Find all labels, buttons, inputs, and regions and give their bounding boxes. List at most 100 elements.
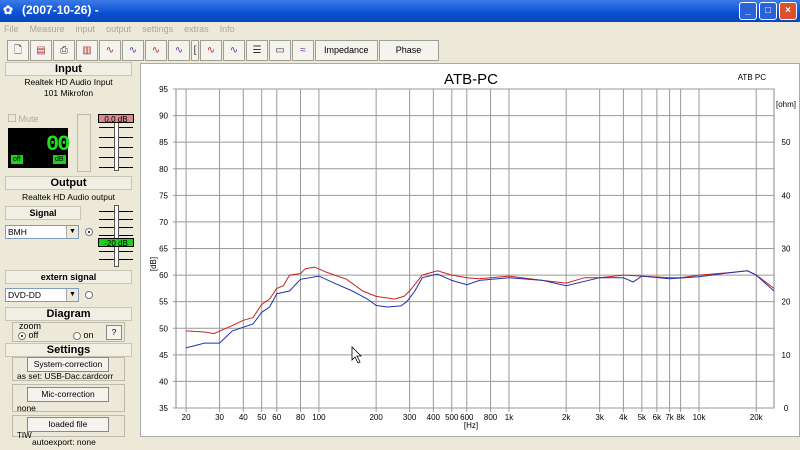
y2-tick-label: 20 [782, 298, 791, 307]
output-device: Realtek HD Audio output [21, 192, 116, 202]
app-icon: ✿ [3, 3, 14, 17]
mute-checkbox[interactable]: Mute [8, 114, 39, 124]
output-header[interactable]: Output [5, 176, 132, 190]
measure-r-icon[interactable]: ∿ [200, 39, 222, 61]
help-button[interactable]: ? [106, 325, 122, 340]
chart-title: ATB-PC [444, 71, 498, 88]
x-tick-label: 30 [215, 413, 224, 422]
mic-correction-value: none [17, 403, 36, 413]
x-tick-label: 8k [676, 413, 685, 422]
x-tick-label: 7k [665, 413, 674, 422]
input-channel: 101 Mikrofon [43, 88, 94, 98]
frequency-response-chart: 35 40 45 50 55 60 65 70 75 80 85 90 95 20 30 40 50 60 80 10… [140, 63, 800, 437]
y-tick-label: 70 [159, 218, 168, 227]
input-device: Realtek HD Audio Input [24, 77, 113, 87]
loaded-file-button[interactable]: loaded file [27, 417, 109, 432]
menu-output[interactable]: output [106, 22, 131, 37]
off-indicator[interactable]: off [11, 155, 23, 164]
x-tick-label: 60 [272, 413, 281, 422]
export-icon[interactable]: ▥ [76, 39, 98, 61]
chart-svg: 35 40 45 50 55 60 65 70 75 80 85 90 95 20 30 40 50 60 80 10… [149, 71, 796, 430]
window-title: (2007-10-26) - [22, 3, 99, 17]
system-correction-button[interactable]: System-correction [27, 357, 109, 372]
measure-freq-icon[interactable]: ∿ [99, 39, 121, 61]
bracket-icon[interactable]: [ [191, 39, 199, 61]
db-indicator[interactable]: dB [53, 155, 66, 164]
measure-r-plus-icon[interactable]: ∿ [223, 39, 245, 61]
extern-signal-radio[interactable] [85, 291, 93, 299]
zoom-group: zoom off on ? [12, 321, 125, 342]
impedance-button[interactable]: Impedance [315, 39, 378, 61]
y-tick-label: 65 [159, 245, 168, 254]
x-tick-label: 20 [182, 413, 191, 422]
compare-icon[interactable]: ≈ [292, 39, 314, 61]
y2-tick-label: 30 [782, 245, 791, 254]
input-level-value: 00 [46, 132, 70, 157]
print-icon[interactable]: ⎙ [53, 39, 75, 61]
close-button[interactable]: × [779, 2, 797, 20]
series-line-blue [185, 270, 775, 349]
x-tick-label: 500 [445, 413, 459, 422]
menu-extras[interactable]: extras [184, 22, 209, 37]
zoom-on-radio[interactable]: on [73, 330, 94, 340]
x-tick-label: 40 [239, 413, 248, 422]
input-header[interactable]: Input [5, 62, 132, 76]
menu-input[interactable]: input [76, 22, 96, 37]
input-gain-slider[interactable]: 0.0 dB [97, 113, 135, 173]
x-tick-label: 10k [693, 413, 707, 422]
y-tick-label: 90 [159, 112, 168, 121]
input-gain-value[interactable]: 0.0 dB [98, 114, 134, 124]
y-tick-label: 35 [159, 404, 168, 413]
x-axis-label: [Hz] [464, 421, 478, 430]
measure-m2-icon[interactable]: ∿ [168, 39, 190, 61]
extern-signal-header[interactable]: extern signal [5, 270, 132, 284]
x-tick-label: 4k [619, 413, 628, 422]
y-tick-label: 75 [159, 191, 168, 200]
menu-file[interactable]: File [4, 22, 19, 37]
filter-icon[interactable]: ▭ [269, 39, 291, 61]
x-tick-label: 800 [484, 413, 498, 422]
settings-header[interactable]: Settings [5, 343, 132, 357]
y-tick-label: 55 [159, 298, 168, 307]
measure-m1-icon[interactable]: ∿ [145, 39, 167, 61]
x-tick-label: 200 [369, 413, 383, 422]
measure-multi-icon[interactable]: ∿ [122, 39, 144, 61]
input-meter [77, 114, 91, 172]
new-file-icon[interactable]: 🗋 [7, 39, 29, 61]
menu-measure[interactable]: Measure [30, 22, 65, 37]
menu-info[interactable]: Info [220, 22, 235, 37]
input-level-display: 00 off dB [8, 128, 70, 168]
bottom-strip [140, 437, 800, 450]
save-icon[interactable]: ▤ [30, 39, 52, 61]
equalizer-icon[interactable]: ☰ [246, 39, 268, 61]
y-axis-label: [dB] [149, 257, 158, 271]
mic-correction-button[interactable]: Mic-correction [27, 387, 109, 402]
system-correction-value: as set: USB-Dac.cardcorr [17, 371, 114, 381]
signal-select[interactable]: BMH ▼ [5, 225, 79, 239]
title-bar: ✿ (2007-10-26) - _ □ × [0, 0, 800, 22]
x-tick-label: 400 [427, 413, 441, 422]
x-tick-label: 2k [562, 413, 571, 422]
diagram-header[interactable]: Diagram [5, 307, 132, 321]
phase-button[interactable]: Phase [378, 39, 439, 61]
zoom-off-radio[interactable]: off [18, 330, 38, 340]
menu-bar: File Measure input output settings extra… [0, 22, 800, 37]
y2-tick-label: 50 [782, 138, 791, 147]
y-tick-label: 50 [159, 324, 168, 333]
x-tick-label: 100 [312, 413, 326, 422]
y-tick-label: 40 [159, 377, 168, 386]
chevron-down-icon[interactable]: ▼ [66, 289, 78, 301]
signal-header[interactable]: Signal [5, 206, 81, 220]
x-tick-label: 5k [638, 413, 647, 422]
y2-tick-label: 10 [782, 351, 791, 360]
output-level-slider[interactable]: -20 dB [97, 205, 135, 267]
signal-radio[interactable] [85, 228, 93, 236]
output-level-value[interactable]: -20 dB [98, 238, 134, 248]
minimize-button[interactable]: _ [739, 2, 757, 20]
y-tick-label: 60 [159, 271, 168, 280]
chevron-down-icon[interactable]: ▼ [66, 226, 78, 238]
y-tick-label: 85 [159, 138, 168, 147]
extern-signal-select[interactable]: DVD-DD ▼ [5, 288, 79, 302]
maximize-button[interactable]: □ [759, 2, 777, 20]
menu-settings[interactable]: settings [142, 22, 173, 37]
